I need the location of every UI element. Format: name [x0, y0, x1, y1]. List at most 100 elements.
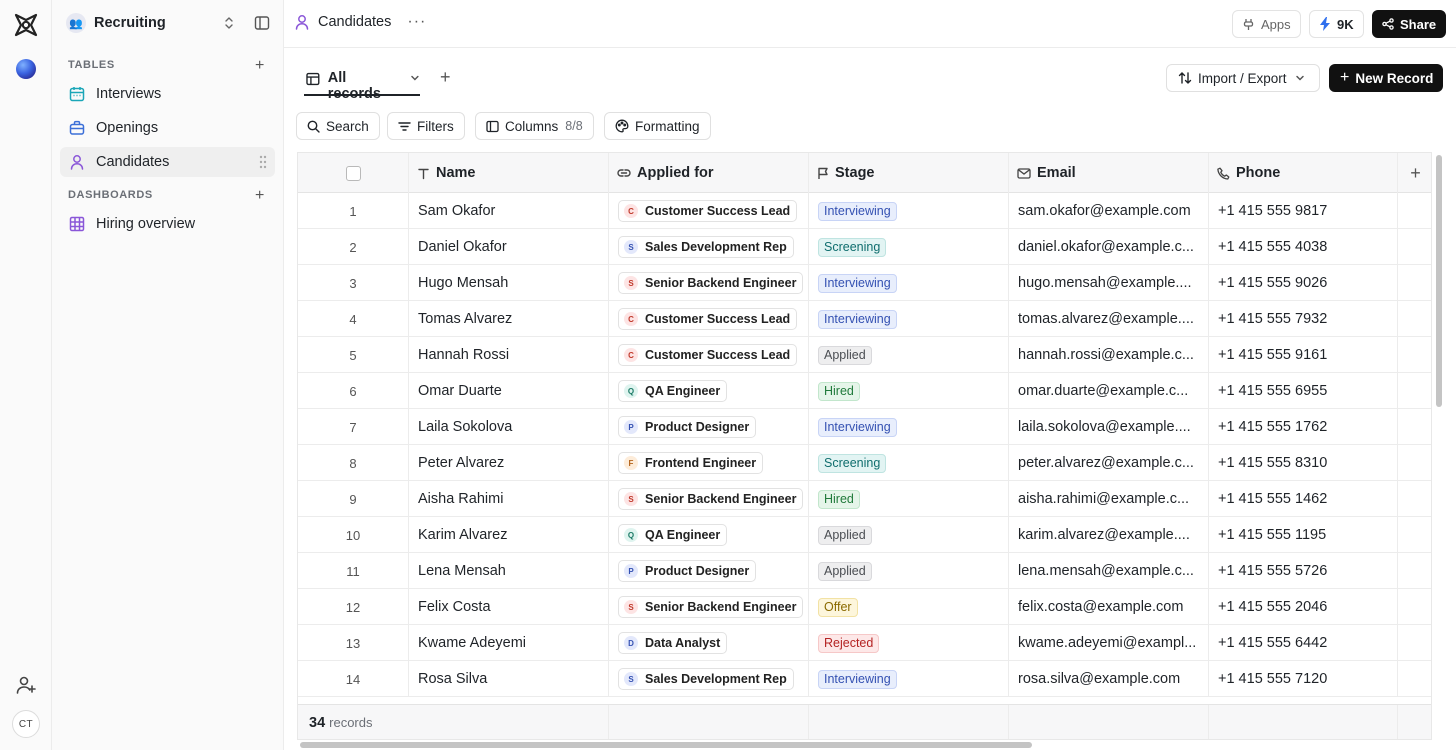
- applied-for-cell[interactable]: C Customer Success Lead: [609, 193, 809, 229]
- table-row[interactable]: 7 Laila Sokolova P Product Designer Intervie…: [298, 409, 1431, 445]
- drag-handle-icon[interactable]: [259, 155, 267, 169]
- sidebar-item-interviews[interactable]: Interviews: [60, 79, 275, 109]
- phone-cell[interactable]: +1 415 555 1195: [1209, 517, 1398, 553]
- job-chip[interactable]: S Senior Backend Engineer: [618, 488, 804, 510]
- stage-cell[interactable]: Offer: [809, 589, 1009, 625]
- name-cell[interactable]: Sam Okafor: [409, 193, 609, 229]
- email-cell[interactable]: kwame.adeyemi@exampl...: [1009, 625, 1209, 661]
- name-cell[interactable]: Rosa Silva: [409, 661, 609, 697]
- add-view-button[interactable]: +: [440, 68, 451, 86]
- phone-cell[interactable]: +1 415 555 8310: [1209, 445, 1398, 481]
- view-tab-all-records[interactable]: All records: [304, 62, 420, 102]
- job-chip[interactable]: Q QA Engineer: [618, 524, 728, 546]
- phone-cell[interactable]: +1 415 555 9161: [1209, 337, 1398, 373]
- credits-button[interactable]: 9K: [1309, 10, 1364, 38]
- formatting-button[interactable]: Formatting: [604, 112, 711, 140]
- job-chip[interactable]: Q QA Engineer: [618, 380, 728, 402]
- table-row[interactable]: 3 Hugo Mensah S Senior Backend Engineer Inte…: [298, 265, 1431, 301]
- user-avatar[interactable]: CT: [12, 710, 40, 738]
- name-cell[interactable]: Aisha Rahimi: [409, 481, 609, 517]
- table-row[interactable]: 2 Daniel Okafor S Sales Development Rep Scre…: [298, 229, 1431, 265]
- select-all-checkbox[interactable]: [345, 165, 361, 181]
- stage-cell[interactable]: Screening: [809, 445, 1009, 481]
- email-cell[interactable]: peter.alvarez@example.c...: [1009, 445, 1209, 481]
- table-row[interactable]: 12 Felix Costa S Senior Backend Engineer Off…: [298, 589, 1431, 625]
- table-row[interactable]: 6 Omar Duarte Q QA Engineer Hired omar.duarte…: [298, 373, 1431, 409]
- email-cell[interactable]: rosa.silva@example.com: [1009, 661, 1209, 697]
- email-cell[interactable]: karim.alvarez@example....: [1009, 517, 1209, 553]
- applied-for-cell[interactable]: S Sales Development Rep: [609, 229, 809, 265]
- job-chip[interactable]: S Senior Backend Engineer: [618, 272, 804, 294]
- sidebar-item-candidates[interactable]: Candidates: [60, 147, 275, 177]
- email-cell[interactable]: sam.okafor@example.com: [1009, 193, 1209, 229]
- phone-cell[interactable]: +1 415 555 7120: [1209, 661, 1398, 697]
- name-cell[interactable]: Kwame Adeyemi: [409, 625, 609, 661]
- job-chip[interactable]: C Customer Success Lead: [618, 344, 798, 366]
- stage-cell[interactable]: Hired: [809, 373, 1009, 409]
- name-cell[interactable]: Tomas Alvarez: [409, 301, 609, 337]
- job-chip[interactable]: P Product Designer: [618, 416, 757, 438]
- table-row[interactable]: 11 Lena Mensah P Product Designer Applied len…: [298, 553, 1431, 589]
- horizontal-scrollbar[interactable]: [300, 742, 1032, 748]
- name-cell[interactable]: Lena Mensah: [409, 553, 609, 589]
- email-cell[interactable]: aisha.rahimi@example.c...: [1009, 481, 1209, 517]
- phone-cell[interactable]: +1 415 555 9817: [1209, 193, 1398, 229]
- stage-cell[interactable]: Interviewing: [809, 409, 1009, 445]
- name-cell[interactable]: Karim Alvarez: [409, 517, 609, 553]
- column-header-applied-for[interactable]: Applied for: [609, 153, 809, 193]
- applied-for-cell[interactable]: C Customer Success Lead: [609, 301, 809, 337]
- job-chip[interactable]: C Customer Success Lead: [618, 308, 798, 330]
- name-cell[interactable]: Felix Costa: [409, 589, 609, 625]
- name-cell[interactable]: Laila Sokolova: [409, 409, 609, 445]
- email-cell[interactable]: felix.costa@example.com: [1009, 589, 1209, 625]
- phone-cell[interactable]: +1 415 555 6442: [1209, 625, 1398, 661]
- applied-for-cell[interactable]: S Senior Backend Engineer: [609, 589, 809, 625]
- apps-button[interactable]: Apps: [1232, 10, 1301, 38]
- email-cell[interactable]: daniel.okafor@example.c...: [1009, 229, 1209, 265]
- stage-cell[interactable]: Rejected: [809, 625, 1009, 661]
- workspace-orb-icon[interactable]: [16, 59, 36, 79]
- job-chip[interactable]: S Senior Backend Engineer: [618, 596, 804, 618]
- table-row[interactable]: 10 Karim Alvarez Q QA Engineer Applied karim.…: [298, 517, 1431, 553]
- name-cell[interactable]: Hugo Mensah: [409, 265, 609, 301]
- stage-cell[interactable]: Screening: [809, 229, 1009, 265]
- add-dashboard-button[interactable]: +: [255, 188, 264, 204]
- job-chip[interactable]: S Sales Development Rep: [618, 668, 794, 690]
- column-header-phone[interactable]: Phone: [1209, 153, 1398, 193]
- name-cell[interactable]: Omar Duarte: [409, 373, 609, 409]
- job-chip[interactable]: C Customer Success Lead: [618, 200, 798, 222]
- stage-cell[interactable]: Applied: [809, 517, 1009, 553]
- table-row[interactable]: 9 Aisha Rahimi S Senior Backend Engineer Hir…: [298, 481, 1431, 517]
- applied-for-cell[interactable]: P Product Designer: [609, 553, 809, 589]
- column-header-stage[interactable]: Stage: [809, 153, 1009, 193]
- new-record-button[interactable]: + New Record: [1329, 64, 1443, 92]
- table-row[interactable]: 13 Kwame Adeyemi D Data Analyst Rejected kwam…: [298, 625, 1431, 661]
- job-chip[interactable]: D Data Analyst: [618, 632, 728, 654]
- phone-cell[interactable]: +1 415 555 4038: [1209, 229, 1398, 265]
- table-row[interactable]: 5 Hannah Rossi C Customer Success Lead Appli…: [298, 337, 1431, 373]
- email-cell[interactable]: tomas.alvarez@example....: [1009, 301, 1209, 337]
- email-cell[interactable]: hugo.mensah@example....: [1009, 265, 1209, 301]
- sidebar-item-hiring-overview[interactable]: Hiring overview: [60, 209, 275, 239]
- table-row[interactable]: 8 Peter Alvarez F Frontend Engineer Screenin…: [298, 445, 1431, 481]
- workspace-switcher[interactable]: 👥 Recruiting: [66, 10, 233, 36]
- stage-cell[interactable]: Applied: [809, 553, 1009, 589]
- applied-for-cell[interactable]: C Customer Success Lead: [609, 337, 809, 373]
- stage-cell[interactable]: Applied: [809, 337, 1009, 373]
- stage-cell[interactable]: Interviewing: [809, 265, 1009, 301]
- email-cell[interactable]: laila.sokolova@example....: [1009, 409, 1209, 445]
- applied-for-cell[interactable]: D Data Analyst: [609, 625, 809, 661]
- stage-cell[interactable]: Interviewing: [809, 661, 1009, 697]
- import-export-button[interactable]: Import / Export: [1166, 64, 1320, 92]
- sidebar-item-openings[interactable]: Openings: [60, 113, 275, 143]
- name-cell[interactable]: Hannah Rossi: [409, 337, 609, 373]
- applied-for-cell[interactable]: F Frontend Engineer: [609, 445, 809, 481]
- stage-cell[interactable]: Interviewing: [809, 193, 1009, 229]
- vertical-scrollbar[interactable]: [1436, 155, 1442, 407]
- stage-cell[interactable]: Hired: [809, 481, 1009, 517]
- phone-cell[interactable]: +1 415 555 2046: [1209, 589, 1398, 625]
- column-header-name[interactable]: Name: [409, 153, 609, 193]
- share-button[interactable]: Share: [1372, 10, 1447, 38]
- phone-cell[interactable]: +1 415 555 9026: [1209, 265, 1398, 301]
- email-cell[interactable]: omar.duarte@example.c...: [1009, 373, 1209, 409]
